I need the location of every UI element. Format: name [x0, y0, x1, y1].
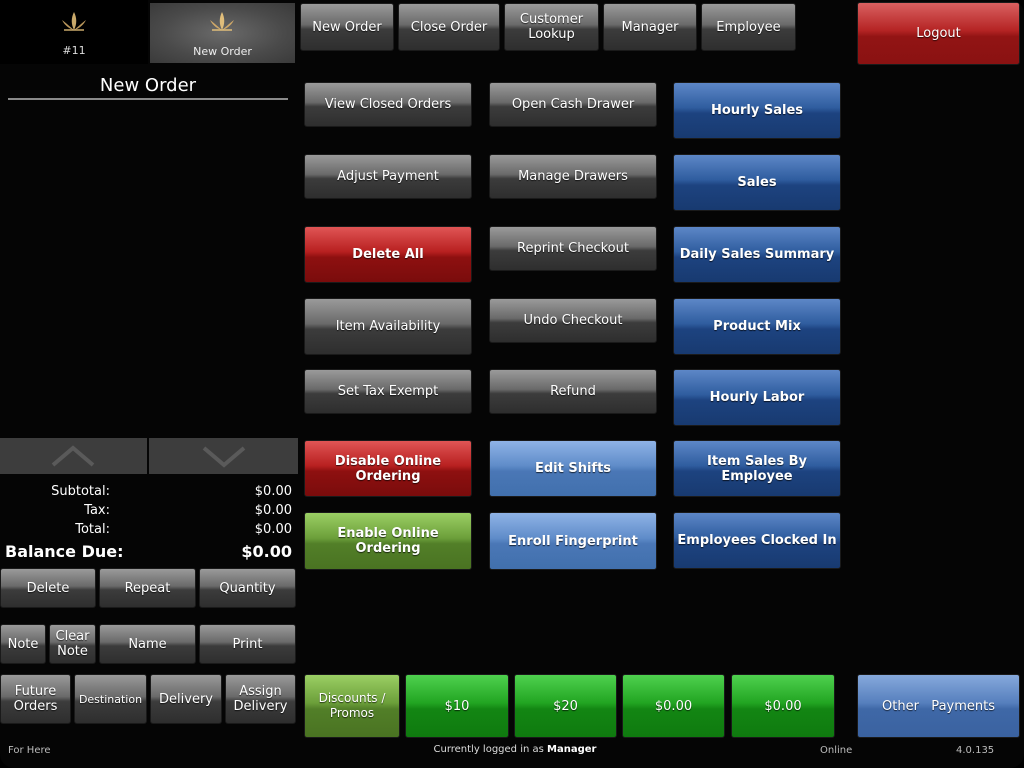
order-tab[interactable]: #11: [0, 0, 148, 64]
tax-label: Tax:: [84, 503, 110, 518]
assign-delivery-button[interactable]: Assign Delivery: [225, 674, 296, 724]
balance-due-value: $0.00: [241, 542, 292, 561]
total-label: Total:: [75, 522, 110, 537]
payment-amount-3-button[interactable]: $0.00: [622, 674, 725, 738]
destination-button[interactable]: Destination: [74, 674, 147, 724]
new-order-button[interactable]: New Order: [300, 3, 394, 51]
new-order-tab-label: New Order: [193, 45, 252, 58]
scroll-down-button[interactable]: [149, 438, 298, 474]
employee-button[interactable]: Employee: [701, 3, 796, 51]
open-cash-drawer-button[interactable]: Open Cash Drawer: [489, 82, 657, 127]
clear-note-button[interactable]: Clear Note: [49, 624, 96, 664]
logged-in-prefix: Currently logged in as: [433, 744, 544, 755]
other-payments-button[interactable]: Other Payments: [857, 674, 1020, 738]
undo-checkout-button[interactable]: Undo Checkout: [489, 298, 657, 343]
order-type-status: For Here: [8, 745, 51, 756]
version-label: 4.0.135: [956, 745, 995, 756]
delete-button[interactable]: Delete: [0, 568, 96, 608]
tax-value: $0.00: [254, 503, 292, 518]
hourly-sales-button[interactable]: Hourly Sales: [673, 82, 841, 139]
manage-drawers-button[interactable]: Manage Drawers: [489, 154, 657, 199]
subtotal-value: $0.00: [254, 484, 292, 499]
order-summary: Subtotal: $0.00 Tax: $0.00 Total: $0.00 …: [0, 482, 298, 566]
set-tax-exempt-button[interactable]: Set Tax Exempt: [304, 369, 472, 414]
hourly-labor-button[interactable]: Hourly Labor: [673, 369, 841, 426]
edit-shifts-button[interactable]: Edit Shifts: [489, 440, 657, 497]
manager-button[interactable]: Manager: [603, 3, 697, 51]
employees-clocked-in-button[interactable]: Employees Clocked In: [673, 512, 841, 569]
delete-all-button[interactable]: Delete All: [304, 226, 472, 283]
logged-in-user: Manager: [547, 744, 597, 755]
balance-due-label: Balance Due:: [5, 542, 124, 561]
chevron-down-icon: [202, 446, 246, 468]
logged-in-status: Currently logged in as Manager: [380, 744, 650, 755]
logout-button[interactable]: Logout: [857, 2, 1020, 65]
lotus-logo-icon: [62, 12, 86, 31]
payment-10-button[interactable]: $10: [405, 674, 509, 738]
payment-amount-4-button[interactable]: $0.00: [731, 674, 835, 738]
view-closed-orders-button[interactable]: View Closed Orders: [304, 82, 472, 127]
total-value: $0.00: [254, 522, 292, 537]
chevron-up-icon: [51, 445, 95, 467]
item-sales-by-employee-button[interactable]: Item Sales By Employee: [673, 440, 841, 497]
quantity-button[interactable]: Quantity: [199, 568, 296, 608]
new-order-tab[interactable]: New Order: [150, 3, 295, 63]
name-button[interactable]: Name: [99, 624, 196, 664]
order-title: New Order: [99, 75, 197, 96]
order-number: #11: [62, 44, 86, 57]
payment-20-button[interactable]: $20: [514, 674, 617, 738]
connection-status: Online: [820, 745, 853, 756]
enable-online-ordering-button[interactable]: Enable Online Ordering: [304, 512, 472, 570]
order-items-list[interactable]: [0, 104, 298, 436]
close-order-button[interactable]: Close Order: [398, 3, 500, 51]
note-button[interactable]: Note: [0, 624, 46, 664]
customer-lookup-button[interactable]: Customer Lookup: [504, 3, 599, 51]
subtotal-label: Subtotal:: [51, 484, 110, 499]
lotus-logo-icon: [210, 12, 234, 31]
refund-button[interactable]: Refund: [489, 369, 657, 414]
print-button[interactable]: Print: [199, 624, 296, 664]
sales-button[interactable]: Sales: [673, 154, 841, 211]
delivery-button[interactable]: Delivery: [150, 674, 222, 724]
daily-sales-summary-button[interactable]: Daily Sales Summary: [673, 226, 841, 283]
reprint-checkout-button[interactable]: Reprint Checkout: [489, 226, 657, 271]
discounts-promos-button[interactable]: Discounts / Promos: [304, 674, 400, 738]
product-mix-button[interactable]: Product Mix: [673, 298, 841, 355]
item-availability-button[interactable]: Item Availability: [304, 298, 472, 355]
repeat-button[interactable]: Repeat: [99, 568, 196, 608]
future-orders-button[interactable]: Future Orders: [0, 674, 71, 724]
disable-online-ordering-button[interactable]: Disable Online Ordering: [304, 440, 472, 497]
enroll-fingerprint-button[interactable]: Enroll Fingerprint: [489, 512, 657, 570]
order-title-divider: [8, 98, 288, 100]
adjust-payment-button[interactable]: Adjust Payment: [304, 154, 472, 199]
pos-screen: #11 New Order New Order Close Order Cust…: [0, 0, 1024, 768]
scroll-up-button[interactable]: [0, 438, 147, 474]
